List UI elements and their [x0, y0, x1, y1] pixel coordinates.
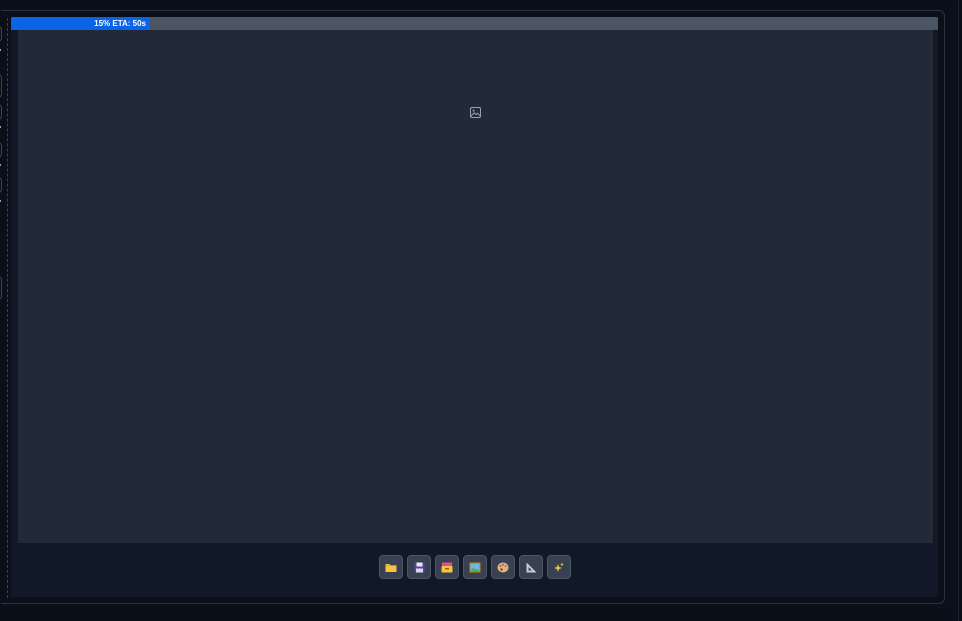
send-to-img2img-button[interactable]: [463, 555, 487, 579]
resize-handle[interactable]: [7, 18, 8, 598]
floppy-disk-icon: [414, 562, 425, 573]
gallery-frame: 15% ETA: 50s: [0, 0, 962, 621]
artist-palette-icon: [497, 562, 509, 573]
right-edge-divider: [958, 0, 959, 621]
collapsed-control[interactable]: [0, 276, 2, 300]
triangular-ruler-icon: [526, 562, 537, 573]
sparkles-button[interactable]: [547, 555, 571, 579]
image-icon: [470, 105, 481, 118]
save-button[interactable]: [407, 555, 431, 579]
open-folder-button[interactable]: [379, 555, 403, 579]
card-file-box-icon: [441, 562, 453, 573]
progress-label: 15% ETA: 50s: [94, 19, 146, 28]
collapsed-control[interactable]: [0, 74, 2, 98]
progress-bar-track: [11, 17, 938, 30]
send-to-inpaint-button[interactable]: [491, 555, 515, 579]
sparkles-icon: [553, 562, 565, 573]
send-to-extras-button[interactable]: [519, 555, 543, 579]
framed-picture-icon: [469, 562, 481, 573]
send-to-button[interactable]: [435, 555, 459, 579]
image-toolbar: [379, 555, 571, 579]
folder-icon: [385, 562, 397, 573]
